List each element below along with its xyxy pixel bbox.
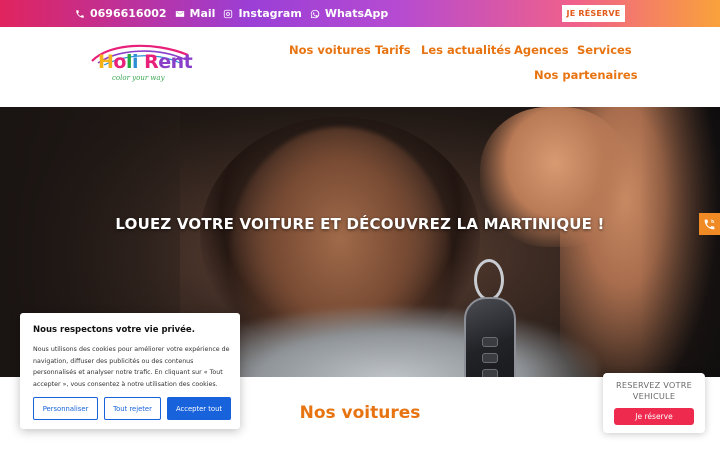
widget-reserve-button[interactable]: Je réserve bbox=[614, 408, 694, 425]
widget-title-line: VEHICULE bbox=[632, 391, 676, 401]
cookie-title: Nous respectons votre vie privée. bbox=[33, 325, 195, 335]
reserve-top-button[interactable]: JE RÉSERVE bbox=[562, 5, 625, 22]
mail-link[interactable]: Mail bbox=[175, 7, 216, 20]
nav-item-nos-voitures[interactable]: Nos voitures bbox=[289, 43, 371, 57]
site-header: Holi Rent color your way Nos voitures Ta… bbox=[0, 27, 720, 107]
key-ring bbox=[474, 259, 504, 301]
key-button bbox=[482, 337, 498, 347]
nav-item-agences[interactable]: Agences bbox=[514, 43, 569, 57]
page: 0696616002 Mail Instagram WhatsApp JE RÉ… bbox=[0, 0, 720, 450]
instagram-label: Instagram bbox=[238, 7, 302, 20]
widget-title-line: RESERVEZ VOTRE bbox=[615, 380, 693, 390]
whatsapp-link[interactable]: WhatsApp bbox=[310, 7, 388, 20]
nav-item-tarifs[interactable]: Tarifs bbox=[375, 43, 411, 57]
phone-number: 0696616002 bbox=[90, 7, 167, 20]
phone-icon bbox=[704, 219, 715, 229]
key-button bbox=[482, 369, 498, 377]
cookie-consent-dialog: Nous respectons votre vie privée. Nous u… bbox=[20, 313, 240, 429]
side-call-button[interactable] bbox=[699, 213, 720, 235]
reserve-vehicle-widget: RESERVEZ VOTRE VEHICULE Je réserve bbox=[603, 373, 705, 433]
main-nav: Nos voitures Tarifs Les actualités Agenc… bbox=[0, 27, 720, 107]
car-key-fob bbox=[464, 297, 516, 377]
nav-item-partenaires[interactable]: Nos partenaires bbox=[534, 68, 638, 82]
top-bar: 0696616002 Mail Instagram WhatsApp JE RÉ… bbox=[0, 0, 720, 27]
accept-all-button[interactable]: Accepter tout bbox=[167, 397, 231, 420]
mail-icon bbox=[175, 10, 184, 17]
whatsapp-icon bbox=[310, 9, 320, 18]
instagram-icon bbox=[224, 9, 233, 18]
nav-item-services[interactable]: Services bbox=[577, 43, 632, 57]
customize-button[interactable]: Personnaliser bbox=[33, 397, 98, 420]
widget-title: RESERVEZ VOTRE VEHICULE bbox=[603, 380, 705, 402]
nav-item-actualites[interactable]: Les actualités bbox=[421, 43, 511, 57]
phone-icon bbox=[76, 9, 84, 18]
top-contact-links: 0696616002 Mail Instagram WhatsApp bbox=[75, 0, 388, 27]
hero-headline: LOUEZ VOTRE VOITURE ET DÉCOUVREZ LA MART… bbox=[115, 215, 605, 233]
hero-right-shade bbox=[640, 107, 720, 377]
whatsapp-label: WhatsApp bbox=[324, 7, 389, 20]
cookie-actions: Personnaliser Tout rejeter Accepter tout bbox=[33, 397, 231, 420]
mail-label: Mail bbox=[189, 7, 216, 20]
instagram-link[interactable]: Instagram bbox=[223, 7, 302, 20]
cookie-body: Nous utilisons des cookies pour améliore… bbox=[33, 346, 230, 388]
key-button bbox=[482, 353, 498, 363]
phone-link[interactable]: 0696616002 bbox=[75, 7, 167, 20]
reject-all-button[interactable]: Tout rejeter bbox=[104, 397, 161, 420]
